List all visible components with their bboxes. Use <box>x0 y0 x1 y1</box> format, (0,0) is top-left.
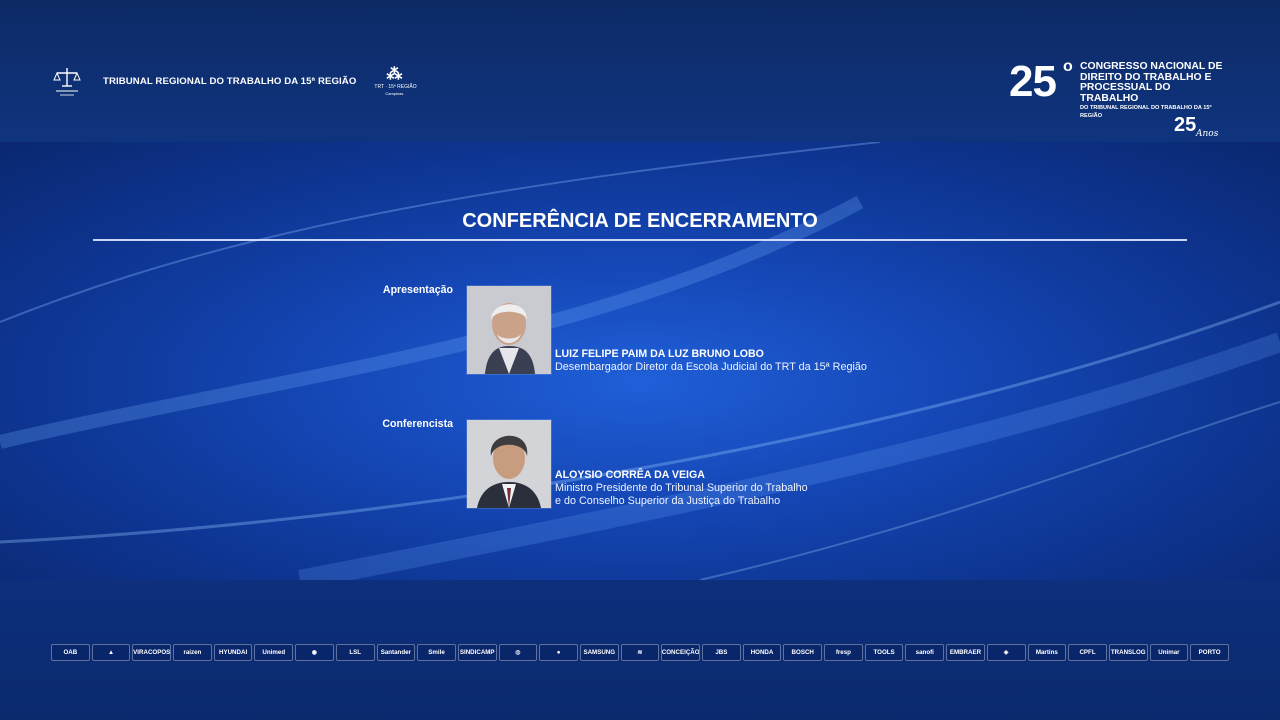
speaker-desc-presenter: Desembargador Diretor da Escola Judicial… <box>555 361 867 374</box>
sponsor-logo: ≋ <box>620 644 660 661</box>
sponsor-logo: LSL <box>335 644 375 661</box>
speaker-photo-presenter <box>466 285 552 375</box>
sponsor-logo: Unimar <box>1149 644 1189 661</box>
sponsor-logo: OAB <box>51 644 90 661</box>
sponsor-logo: fresp <box>824 644 863 661</box>
sponsor-logo: ● <box>539 644 578 661</box>
sponsor-logo: ◉ <box>295 644 334 661</box>
sponsor-logo: PORTO <box>1190 644 1229 661</box>
congress-logo: 25 o CONGRESSO NACIONAL DE DIREITO DO TR… <box>1008 58 1228 148</box>
congress-line1: CONGRESSO NACIONAL DE <box>1080 61 1223 72</box>
sponsor-logo: TRANSLOG <box>1108 644 1148 661</box>
congress-degree: o <box>1063 58 1073 75</box>
sponsor-logo: HYUNDAI <box>213 644 253 661</box>
sponsor-logo: JBS <box>702 644 741 661</box>
sponsor-logo: Martins <box>1027 644 1067 661</box>
title-divider <box>93 239 1187 241</box>
speaker-desc-lecturer-line1: Ministro Presidente do Tribunal Superior… <box>555 482 808 494</box>
sponsor-logo: Unimed <box>254 644 294 661</box>
speaker-role-presenter: Apresentação <box>382 284 453 296</box>
scales-of-justice-icon <box>53 68 81 96</box>
speaker-photo-lecturer <box>466 419 552 509</box>
sponsor-logo: raízen <box>173 644 212 661</box>
header-left: TRIBUNAL REGIONAL DO TRABALHO DA 15ª REG… <box>50 64 417 98</box>
sponsor-logo: ▲ <box>91 644 131 661</box>
trt-figure-icon: ⁂ <box>386 66 403 83</box>
speaker-name-lecturer: ALOYSIO CORRÊA DA VEIGA <box>555 469 705 481</box>
congress-number: 25 <box>1009 57 1057 106</box>
anniversary-number: 25 <box>1174 114 1197 136</box>
sponsor-logo: BOSCH <box>783 644 823 661</box>
speaker-role-lecturer: Conferencista <box>382 418 453 430</box>
sponsor-logo: CPFL <box>1068 644 1107 661</box>
sponsor-logo: sanofi <box>905 644 945 661</box>
sponsor-logo: CONCEIÇÃO <box>661 644 700 661</box>
speaker-desc-lecturer: Ministro Presidente do Tribunal Superior… <box>555 482 808 507</box>
trt-logo-line2: Campinas <box>385 91 404 96</box>
sponsor-logo: ◎ <box>498 644 538 661</box>
sponsor-logo: Santander <box>376 644 416 661</box>
sponsor-logo: SAMSUNG <box>579 644 619 661</box>
sponsor-logo: VIRACOPOS <box>132 644 172 661</box>
trt-logo-line1: TRT · 15ª REGIÃO <box>374 84 417 90</box>
speaker-name-presenter: LUIZ FELIPE PAIM DA LUZ BRUNO LOBO <box>555 348 764 360</box>
page-title: CONFERÊNCIA DE ENCERRAMENTO <box>462 210 818 232</box>
anniversary-logo: 25 Anos <box>1174 112 1224 142</box>
speaker-desc-presenter-line1: Desembargador Diretor da Escola Judicial… <box>555 361 867 373</box>
sponsor-logo: EMBRAER <box>946 644 985 661</box>
sponsor-logo: TOOLS <box>864 644 904 661</box>
sponsor-logo: SINDICAMP <box>457 644 497 661</box>
sponsor-logo: ◈ <box>986 644 1026 661</box>
anniversary-word: Anos <box>1196 129 1219 139</box>
congress-line2: DIREITO DO TRABALHO E <box>1080 71 1212 83</box>
trt-logo: ⁂ TRT · 15ª REGIÃO Campinas <box>374 64 416 98</box>
congress-line3: PROCESSUAL DO TRABALHO <box>1080 82 1171 104</box>
sponsor-strip: OAB ▲ VIRACOPOS raízen HYUNDAI Unimed ◉ … <box>51 644 1229 661</box>
court-name: TRIBUNAL REGIONAL DO TRABALHO DA 15ª REG… <box>103 75 357 87</box>
sponsor-logo: Smile <box>417 644 456 661</box>
speaker-desc-lecturer-line2: e do Conselho Superior da Justiça do Tra… <box>555 494 781 507</box>
sponsor-logo: HONDA <box>742 644 782 661</box>
